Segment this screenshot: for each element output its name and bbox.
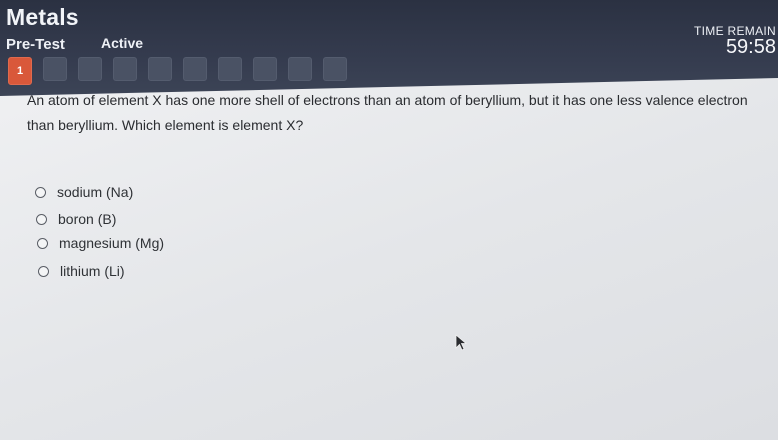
question-nav-9[interactable] <box>288 57 312 81</box>
answer-label: sodium (Na) <box>57 184 134 200</box>
question-navigator: 1 <box>8 57 347 85</box>
radio-button[interactable] <box>38 265 49 277</box>
question-text: An atom of element X has one more shell … <box>27 92 748 133</box>
question-nav-3[interactable] <box>78 57 102 81</box>
answer-option-boron[interactable]: boron (B) <box>36 211 116 227</box>
question-nav-8[interactable] <box>253 57 277 81</box>
answer-label: lithium (Li) <box>60 263 125 279</box>
answer-label: boron (B) <box>58 211 117 227</box>
answer-option-magnesium[interactable]: magnesium (Mg) <box>37 235 164 251</box>
question-nav-7[interactable] <box>218 57 242 81</box>
timer-value: 59:58 <box>725 36 776 58</box>
answer-option-lithium[interactable]: lithium (Li) <box>38 263 125 279</box>
radio-button[interactable] <box>35 186 46 198</box>
answer-label: magnesium (Mg) <box>59 235 165 251</box>
status-active: Active <box>101 35 144 51</box>
mouse-pointer-icon <box>455 334 468 351</box>
radio-button[interactable] <box>36 213 47 225</box>
question-nav-6[interactable] <box>183 57 207 81</box>
question-nav-10[interactable] <box>323 57 347 81</box>
app-title: Metals <box>6 4 79 30</box>
question-nav-5[interactable] <box>148 57 172 81</box>
radio-button[interactable] <box>37 237 48 249</box>
question-nav-2[interactable] <box>43 57 67 81</box>
tab-pre-test[interactable]: Pre-Test <box>6 36 65 53</box>
answer-option-sodium[interactable]: sodium (Na) <box>35 184 133 200</box>
question-nav-4[interactable] <box>113 57 137 81</box>
question-nav-1[interactable]: 1 <box>8 57 32 85</box>
